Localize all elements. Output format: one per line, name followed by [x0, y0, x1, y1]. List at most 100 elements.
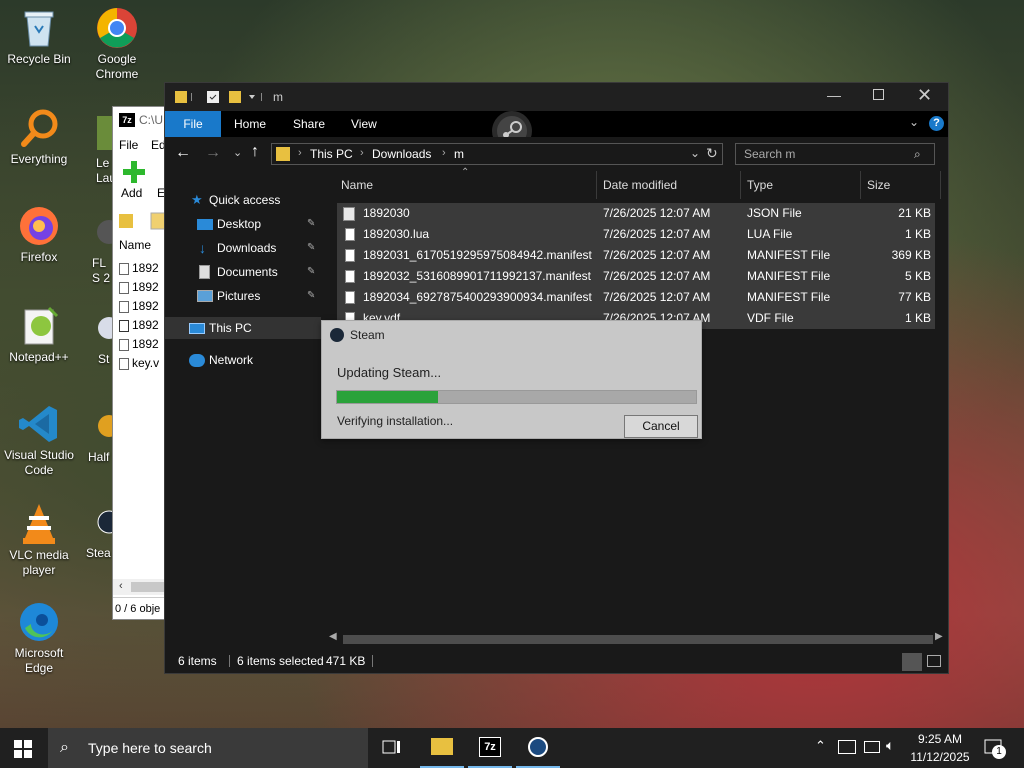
close-button[interactable]: ✕	[917, 85, 932, 106]
desktop-icon-notepadpp[interactable]: Notepad++	[0, 304, 78, 365]
status-item-count: 6 items	[178, 654, 217, 668]
tab-file[interactable]: File	[165, 111, 221, 137]
pin-icon[interactable]: ✎	[307, 285, 315, 307]
volume-icon[interactable]: 🔈︎	[886, 737, 894, 754]
task-view-icon[interactable]	[382, 739, 402, 760]
tab-view[interactable]: View	[351, 111, 377, 137]
column-size[interactable]: Size	[861, 171, 941, 199]
taskbar-file-explorer[interactable]	[420, 728, 464, 768]
sevenzip-window[interactable]: 7z C:\U File Ed Add E Name 1892 1892 189…	[112, 106, 168, 620]
details-view-icon[interactable]	[902, 653, 922, 671]
sevenzip-menu-file[interactable]: File	[119, 138, 138, 152]
explorer-titlebar[interactable]: m — ✕	[165, 83, 948, 111]
horizontal-scrollbar[interactable]: ◀ ▶	[327, 631, 943, 647]
nav-downloads[interactable]: ↓ Downloads ✎	[165, 237, 321, 259]
help-icon[interactable]: ?	[929, 116, 944, 131]
file-name: 1892030	[363, 206, 410, 220]
desktop-icon-partial-st[interactable]: St	[82, 306, 115, 367]
column-type[interactable]: Type	[741, 171, 861, 199]
sevenzip-add-button[interactable]: Add	[121, 186, 142, 200]
pin-icon[interactable]: ✎	[307, 237, 315, 259]
desktop-icon-partial-fl[interactable]: FL S 2	[82, 210, 115, 286]
scroll-left-icon[interactable]: ◀	[329, 631, 337, 642]
search-input[interactable]: Search m ⌕	[735, 143, 935, 165]
quick-access-toolbar	[173, 89, 265, 108]
desktop-icon-partial-half[interactable]: Half	[82, 404, 115, 465]
desktop-icon-edge[interactable]: Microsoft Edge	[0, 600, 78, 676]
steam-update-dialog[interactable]: Steam Updating Steam... Verifying instal…	[321, 320, 702, 439]
scroll-right-icon[interactable]: ▶	[935, 631, 943, 642]
table-row[interactable]: 1892034_6927875400293900934.manifest 7/2…	[337, 287, 935, 308]
table-row[interactable]: 1892030.lua 7/26/2025 12:07 AM LUA File …	[337, 224, 935, 245]
table-row[interactable]: 1892030 7/26/2025 12:07 AM JSON File 21 …	[337, 203, 935, 224]
large-icons-view-icon[interactable]	[927, 655, 941, 667]
file-explorer-icon	[431, 738, 453, 755]
notification-center-icon[interactable]: 1	[984, 739, 1006, 760]
sevenzip-row[interactable]: 1892	[119, 278, 159, 297]
desktop-icon-partial-le[interactable]: Le Lau	[82, 110, 116, 186]
scroll-thumb[interactable]	[131, 582, 167, 592]
sevenzip-row[interactable]: 1892	[119, 335, 159, 354]
table-row[interactable]: 1892032_5316089901711992137.manifest 7/2…	[337, 266, 935, 287]
desktop-icon-partial-steam[interactable]: Stea	[82, 500, 115, 561]
column-date-modified[interactable]: Date modified	[597, 171, 741, 199]
sevenzip-col-name[interactable]: Name	[119, 238, 151, 252]
desktop-icon	[197, 219, 213, 230]
taskbar-7zip[interactable]: 7z	[468, 728, 512, 768]
windows-start-icon[interactable]	[14, 740, 32, 761]
tab-share[interactable]: Share	[293, 111, 325, 137]
taskbar-steam[interactable]	[516, 728, 560, 768]
sevenzip-row[interactable]: key.v	[119, 354, 159, 373]
breadcrumb-m[interactable]: m	[454, 147, 464, 161]
desktop-icon-recycle-bin[interactable]: Recycle Bin	[0, 6, 78, 67]
desktop-icon-vlc[interactable]: VLC media player	[0, 502, 78, 578]
forward-arrow-icon[interactable]: →	[205, 144, 221, 162]
breadcrumb-downloads[interactable]: Downloads	[372, 147, 431, 161]
sevenzip-titlebar[interactable]: 7z C:\U	[113, 107, 167, 133]
maximize-button[interactable]	[873, 89, 884, 100]
show-hidden-icons-chevron[interactable]: ⌃	[815, 738, 826, 754]
desktop-icon-everything[interactable]: Everything	[0, 106, 78, 167]
minimize-button[interactable]: —	[827, 87, 841, 103]
nav-network[interactable]: Network	[165, 349, 321, 371]
nav-desktop[interactable]: Desktop ✎	[165, 213, 321, 235]
back-arrow-icon[interactable]: ←	[175, 144, 191, 162]
nav-pictures[interactable]: Pictures ✎	[165, 285, 321, 307]
nav-quick-access[interactable]: ★ Quick access	[165, 189, 321, 211]
taskbar-search[interactable]: ⌕ Type here to search	[48, 728, 368, 768]
scroll-thumb[interactable]	[343, 635, 933, 644]
security-alert-icon[interactable]	[838, 740, 856, 754]
status-divider	[229, 655, 230, 667]
address-bar[interactable]: › This PC › Downloads › m ⌄ ↻	[271, 143, 723, 165]
nav-this-pc[interactable]: This PC	[165, 317, 321, 339]
recent-locations-chevron-icon[interactable]: ⌄	[233, 146, 242, 159]
sevenzip-row[interactable]: 1892	[119, 259, 159, 278]
desktop-icon-vscode[interactable]: Visual Studio Code	[0, 402, 78, 478]
nav-documents[interactable]: Documents ✎	[165, 261, 321, 283]
desktop-icon-chrome[interactable]: Google Chrome	[78, 6, 156, 82]
address-dropdown-icon[interactable]: ⌄	[690, 146, 700, 160]
sevenzip-path-bar[interactable]	[117, 211, 166, 231]
file-type: VDF File	[747, 311, 794, 325]
cancel-button[interactable]: Cancel	[624, 415, 698, 438]
sevenzip-hscrollbar[interactable]: ‹	[113, 579, 167, 595]
refresh-icon[interactable]: ↻	[706, 145, 718, 162]
tab-home[interactable]: Home	[234, 111, 266, 137]
ribbon-expand-icon[interactable]: ⌄	[909, 115, 919, 129]
scroll-left-icon[interactable]: ‹	[119, 580, 123, 592]
desktop-icon-label: Visual Studio Code	[4, 448, 74, 477]
table-row[interactable]: 1892031_6170519295975084942.manifest 7/2…	[337, 245, 935, 266]
breadcrumb-this-pc[interactable]: This PC	[310, 147, 353, 161]
clock[interactable]: 9:25 AM 11/12/2025	[908, 730, 972, 766]
navigation-pane: ★ Quick access Desktop ✎ ↓ Downloads ✎ D…	[165, 171, 321, 639]
up-arrow-icon[interactable]: ↑	[251, 143, 259, 161]
network-icon[interactable]	[864, 741, 880, 753]
pin-icon[interactable]: ✎	[307, 261, 315, 283]
sevenzip-row[interactable]: 1892	[119, 316, 159, 335]
desktop-icon-firefox[interactable]: Firefox	[0, 204, 78, 265]
file-size: 21 KB	[898, 206, 931, 220]
sevenzip-row[interactable]: 1892	[119, 297, 159, 316]
column-name[interactable]: Name	[335, 171, 597, 199]
pin-icon[interactable]: ✎	[307, 213, 315, 235]
status-divider	[372, 655, 373, 667]
